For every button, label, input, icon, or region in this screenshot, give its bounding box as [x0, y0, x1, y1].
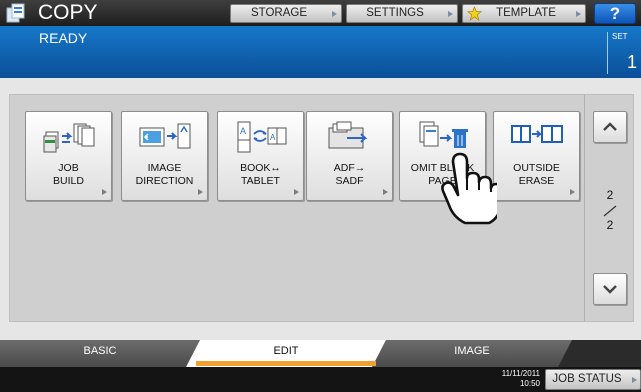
help-button[interactable]: ? [594, 3, 636, 24]
arrow-right-icon [294, 189, 299, 195]
arrow-right-icon [102, 189, 107, 195]
settings-button-label: SETTINGS [366, 7, 424, 19]
job-build-label: JOB BUILD [53, 162, 84, 187]
arrow-right-icon [383, 189, 388, 195]
adf-sadf-button[interactable]: ADF→ SADF [306, 111, 393, 201]
star-icon [467, 6, 482, 21]
outside-erase-button[interactable]: OUTSIDE ERASE [493, 111, 580, 201]
adf-sadf-label: ADF→ SADF [333, 162, 366, 187]
chevron-up-icon [603, 122, 617, 131]
date: 11/11/2011 [501, 369, 540, 378]
arrow-right-icon [570, 189, 575, 195]
tab-image[interactable]: IMAGE [372, 340, 572, 367]
tab-basic[interactable]: BASIC [0, 340, 200, 367]
book-tablet-button[interactable]: A A BOOK↔ TABLET [217, 111, 304, 201]
active-tab-indicator [196, 361, 376, 366]
page-scroller: 2 2 [584, 95, 634, 321]
page-separator [603, 205, 617, 217]
template-button[interactable]: TEMPLATE [462, 4, 586, 23]
footer-bar: 11/11/2011 10:50 JOB STATUS [0, 367, 641, 392]
status-message: READY [39, 30, 88, 46]
scroll-up-button[interactable] [593, 111, 627, 143]
arrow-right-icon [448, 11, 453, 17]
settings-button[interactable]: SETTINGS [346, 4, 458, 23]
adf-sadf-icon [328, 121, 368, 149]
set-label: SET [612, 32, 628, 41]
date-time: 11/11/2011 10:50 [490, 369, 540, 389]
current-page: 2 [606, 188, 614, 202]
status-area: READY SET 1 [0, 26, 641, 78]
copy-screen: COPY STORAGE SETTINGS TEMPLATE ? READY S… [0, 0, 641, 392]
function-grid: JOB BUILD IMAGE DIRECTION A A BOOK↔ TABL… [10, 95, 584, 321]
set-counter: SET 1 [607, 32, 641, 74]
arrow-right-icon [632, 377, 637, 383]
arrow-right-icon [576, 11, 581, 17]
image-direction-icon [139, 123, 191, 149]
set-value: 1 [626, 52, 637, 72]
total-pages: 2 [606, 218, 614, 232]
storage-button[interactable]: STORAGE [230, 4, 342, 23]
job-build-icon [43, 123, 95, 153]
copy-app-icon [6, 3, 25, 23]
storage-button-label: STORAGE [250, 7, 308, 19]
job-status-label: JOB STATUS [552, 373, 622, 385]
job-status-button[interactable]: JOB STATUS [545, 369, 641, 390]
main-area: JOB BUILD IMAGE DIRECTION A A BOOK↔ TABL… [0, 78, 641, 340]
app-title: COPY [38, 1, 98, 24]
book-tablet-icon: A A [237, 121, 287, 153]
arrow-right-icon [198, 189, 203, 195]
template-button-label: TEMPLATE [496, 7, 556, 19]
outside-erase-icon [511, 125, 563, 143]
top-bar: COPY STORAGE SETTINGS TEMPLATE ? [0, 0, 641, 26]
svg-text:A: A [240, 126, 246, 136]
chevron-down-icon [603, 285, 617, 294]
outside-erase-label: OUTSIDE ERASE [513, 162, 560, 187]
svg-text:A: A [270, 133, 276, 142]
edit-function-panel: JOB BUILD IMAGE DIRECTION A A BOOK↔ TABL… [9, 94, 634, 322]
scroll-down-button[interactable] [593, 273, 627, 305]
hand-pointer-icon [441, 152, 497, 225]
image-direction-label: IMAGE DIRECTION [135, 162, 194, 187]
job-build-button[interactable]: JOB BUILD [25, 111, 112, 201]
time: 10:50 [519, 379, 540, 388]
book-tablet-label: BOOK↔ TABLET [240, 162, 281, 187]
arrow-right-icon [332, 11, 337, 17]
image-direction-button[interactable]: IMAGE DIRECTION [121, 111, 208, 201]
